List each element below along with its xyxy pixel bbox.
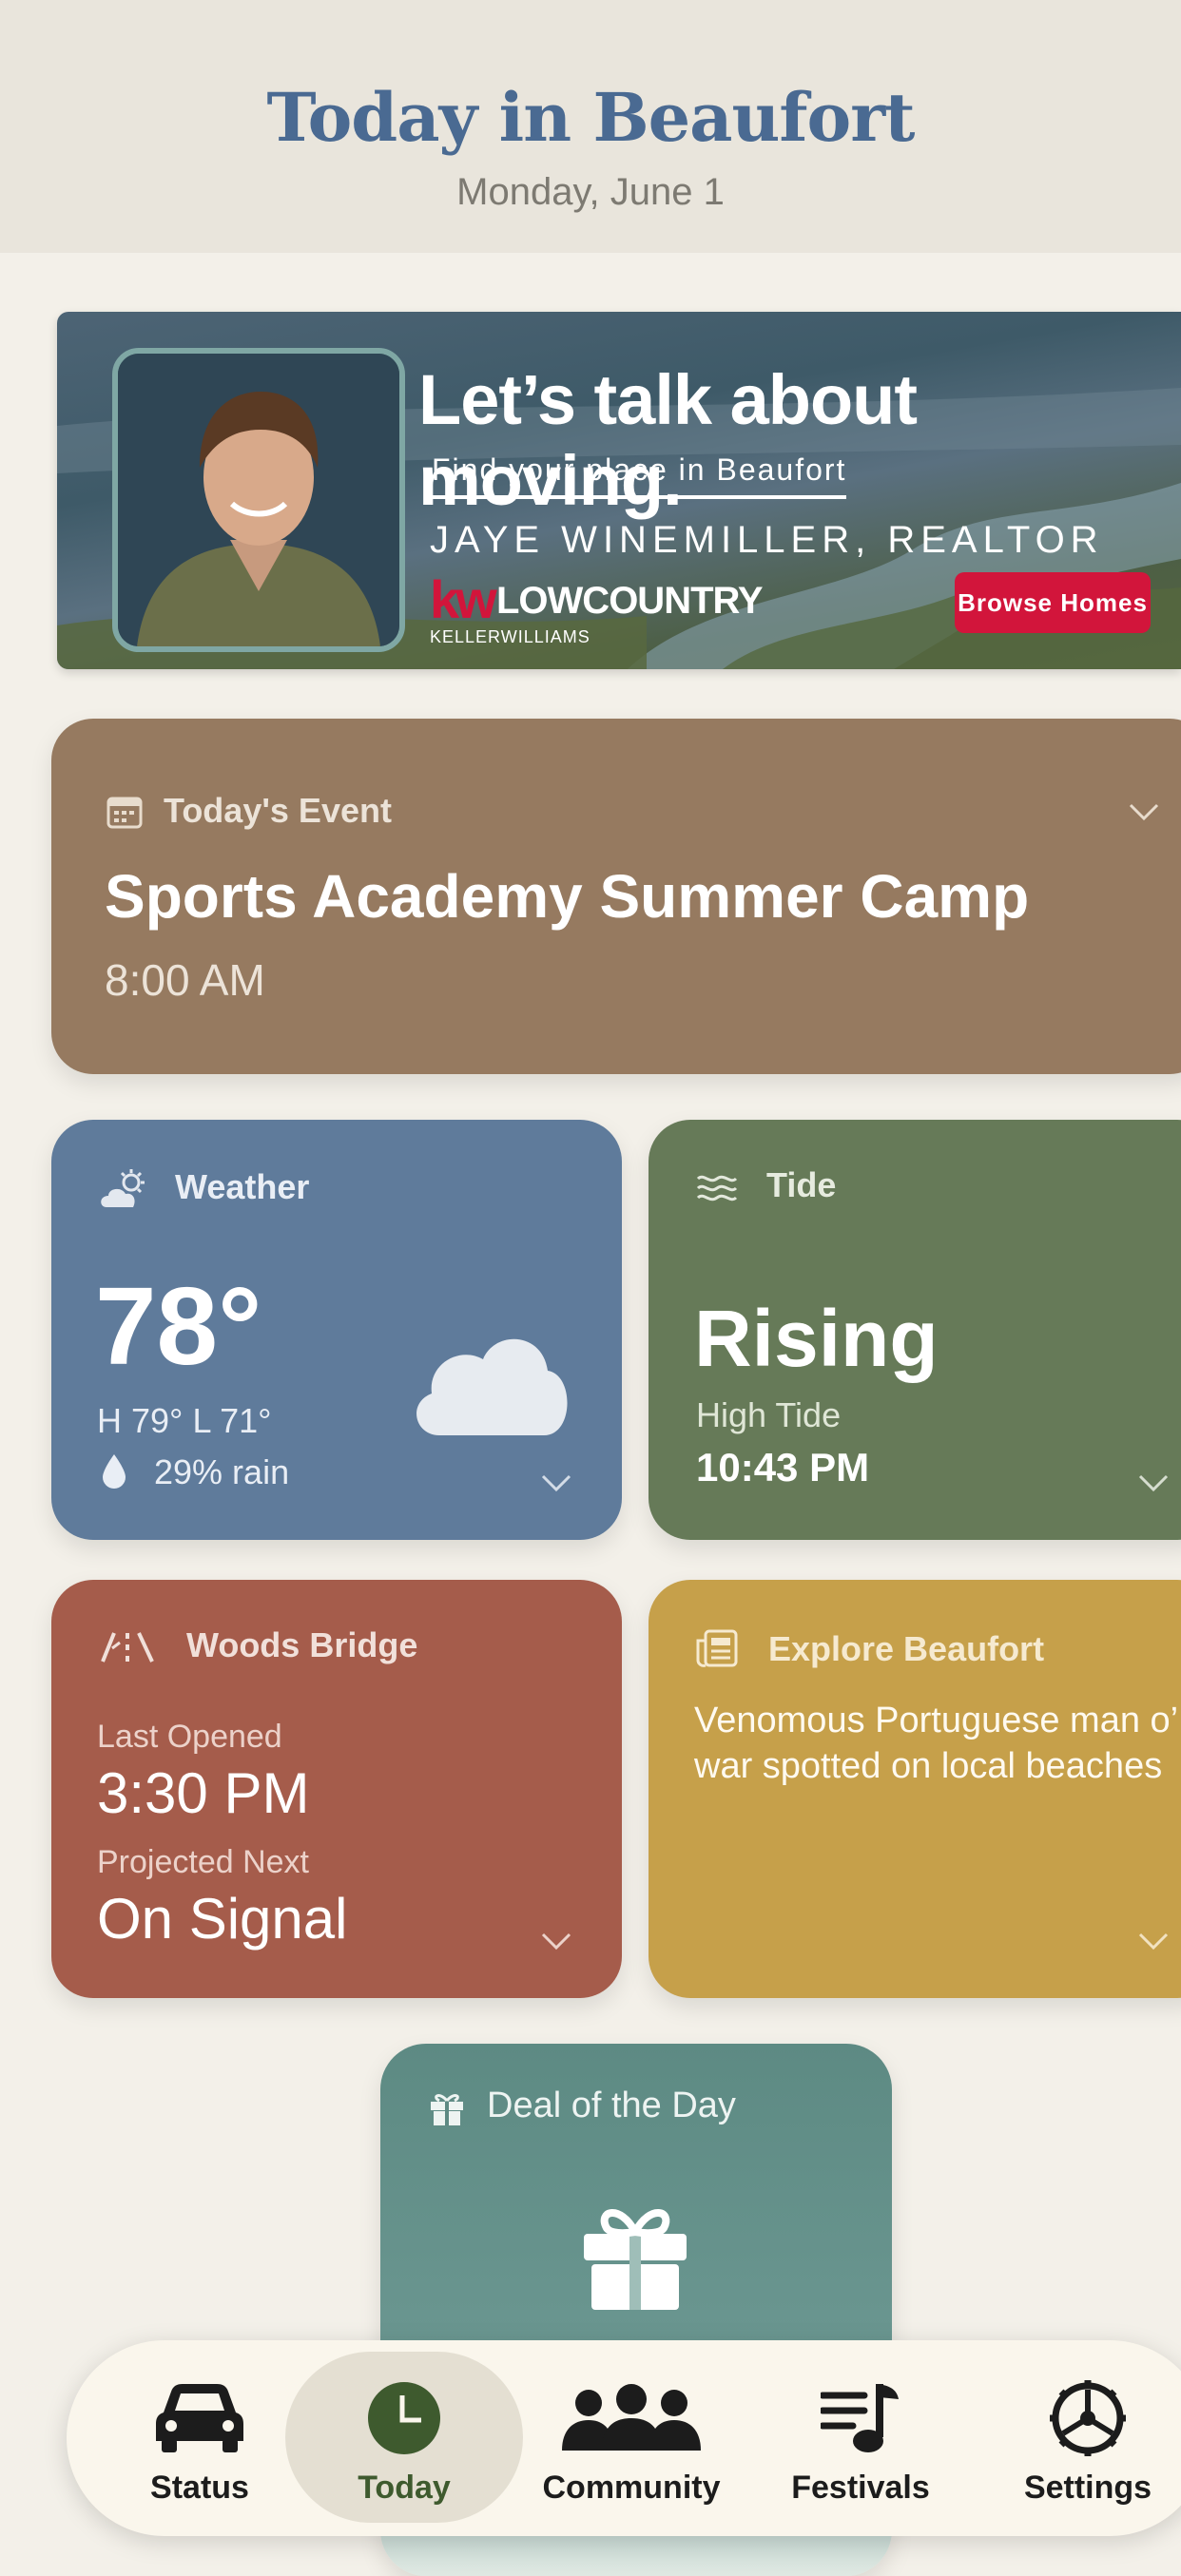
browse-homes-button[interactable]: Browse Homes xyxy=(955,572,1151,633)
chevron-down-icon[interactable] xyxy=(1137,1932,1170,1951)
gift-icon xyxy=(431,2094,463,2125)
tab-settings-label: Settings xyxy=(1023,2470,1152,2506)
explore-label: Explore Beaufort xyxy=(768,1629,1045,1668)
tide-status: Rising xyxy=(694,1294,939,1383)
bridge-next-value: On Signal xyxy=(97,1887,348,1951)
cloud-icon xyxy=(416,1338,568,1435)
weather-label: Weather xyxy=(175,1167,310,1206)
ad-agent-name: JAYE WINEMILLER, REALTOR xyxy=(430,519,1104,561)
ad-subheadline: Find your place in Beaufort xyxy=(432,452,847,499)
event-title: Sports Academy Summer Camp xyxy=(105,862,1030,931)
raindrop-icon xyxy=(103,1454,126,1489)
car-icon xyxy=(156,2384,243,2452)
kw-logo: kw xyxy=(430,569,497,629)
chevron-down-icon[interactable] xyxy=(540,1473,572,1492)
realtor-ad-banner[interactable]: Let’s talk about moving. Find your place… xyxy=(57,312,1181,669)
tide-label: Tide xyxy=(766,1165,837,1204)
wheel-icon xyxy=(1050,2380,1126,2456)
tab-status[interactable]: Status xyxy=(95,2340,304,2536)
weather-card[interactable]: Weather 78° H 79° L 71° 29% rain xyxy=(51,1120,622,1540)
tab-community[interactable]: Community xyxy=(527,2340,736,2536)
weather-rain-chance: 29% rain xyxy=(154,1452,290,1491)
page-date: Monday, June 1 xyxy=(456,171,725,213)
tab-festivals[interactable]: Festivals xyxy=(756,2340,965,2536)
partly-cloudy-icon xyxy=(101,1169,145,1207)
todays-event-card[interactable]: Today's Event Sports Academy Summer Camp… xyxy=(51,719,1181,1074)
chevron-down-icon[interactable] xyxy=(1128,802,1160,821)
chevron-down-icon[interactable] xyxy=(540,1932,572,1951)
newspaper-icon xyxy=(696,1629,738,1667)
chevron-down-icon[interactable] xyxy=(1137,1473,1170,1492)
bridge-last-label: Last Opened xyxy=(97,1719,282,1755)
lowcountry-logo-text: LOWCOUNTRY xyxy=(496,580,764,622)
gift-large-icon xyxy=(584,2209,687,2310)
bottom-tab-bar: Status Today Community Festivals Setting… xyxy=(67,2340,1181,2536)
music-list-icon xyxy=(821,2384,899,2452)
bridge-icon xyxy=(101,1632,154,1663)
tab-status-label: Status xyxy=(150,2470,249,2506)
header: Today in Beaufort Monday, June 1 xyxy=(0,0,1181,253)
tab-today[interactable]: Today xyxy=(300,2340,509,2536)
kellerwilliams-logo-text: KELLERWILLIAMS xyxy=(430,627,590,646)
people-icon xyxy=(562,2384,701,2451)
waves-icon xyxy=(696,1175,738,1201)
event-label: Today's Event xyxy=(164,791,392,830)
explore-headline[interactable]: Venomous Portuguese man o’ war spotted o… xyxy=(694,1698,1181,1789)
weather-temperature: 78° xyxy=(95,1264,262,1388)
bridge-next-label: Projected Next xyxy=(97,1844,309,1880)
woods-bridge-card[interactable]: Woods Bridge Last Opened 3:30 PM Project… xyxy=(51,1580,622,1998)
tab-festivals-label: Festivals xyxy=(791,2470,930,2506)
tab-community-label: Community xyxy=(542,2470,721,2506)
deal-label: Deal of the Day xyxy=(487,2086,736,2125)
bridge-label: Woods Bridge xyxy=(186,1625,418,1664)
event-time: 8:00 AM xyxy=(105,955,265,1005)
tide-sub-label: High Tide xyxy=(696,1395,842,1434)
explore-beaufort-card[interactable]: Explore Beaufort Venomous Portuguese man… xyxy=(649,1580,1181,1998)
weather-hi-lo: H 79° L 71° xyxy=(97,1401,272,1440)
tab-settings[interactable]: Settings xyxy=(983,2340,1181,2536)
realtor-photo xyxy=(112,348,405,652)
clock-icon xyxy=(368,2382,440,2454)
calendar-icon xyxy=(106,797,143,829)
page-title: Today in Beaufort xyxy=(266,78,916,157)
tab-today-label: Today xyxy=(358,2470,451,2506)
tide-card[interactable]: Tide Rising High Tide 10:43 PM xyxy=(649,1120,1181,1540)
bridge-last-value: 3:30 PM xyxy=(97,1761,310,1825)
tide-time: 10:43 PM xyxy=(696,1445,870,1490)
